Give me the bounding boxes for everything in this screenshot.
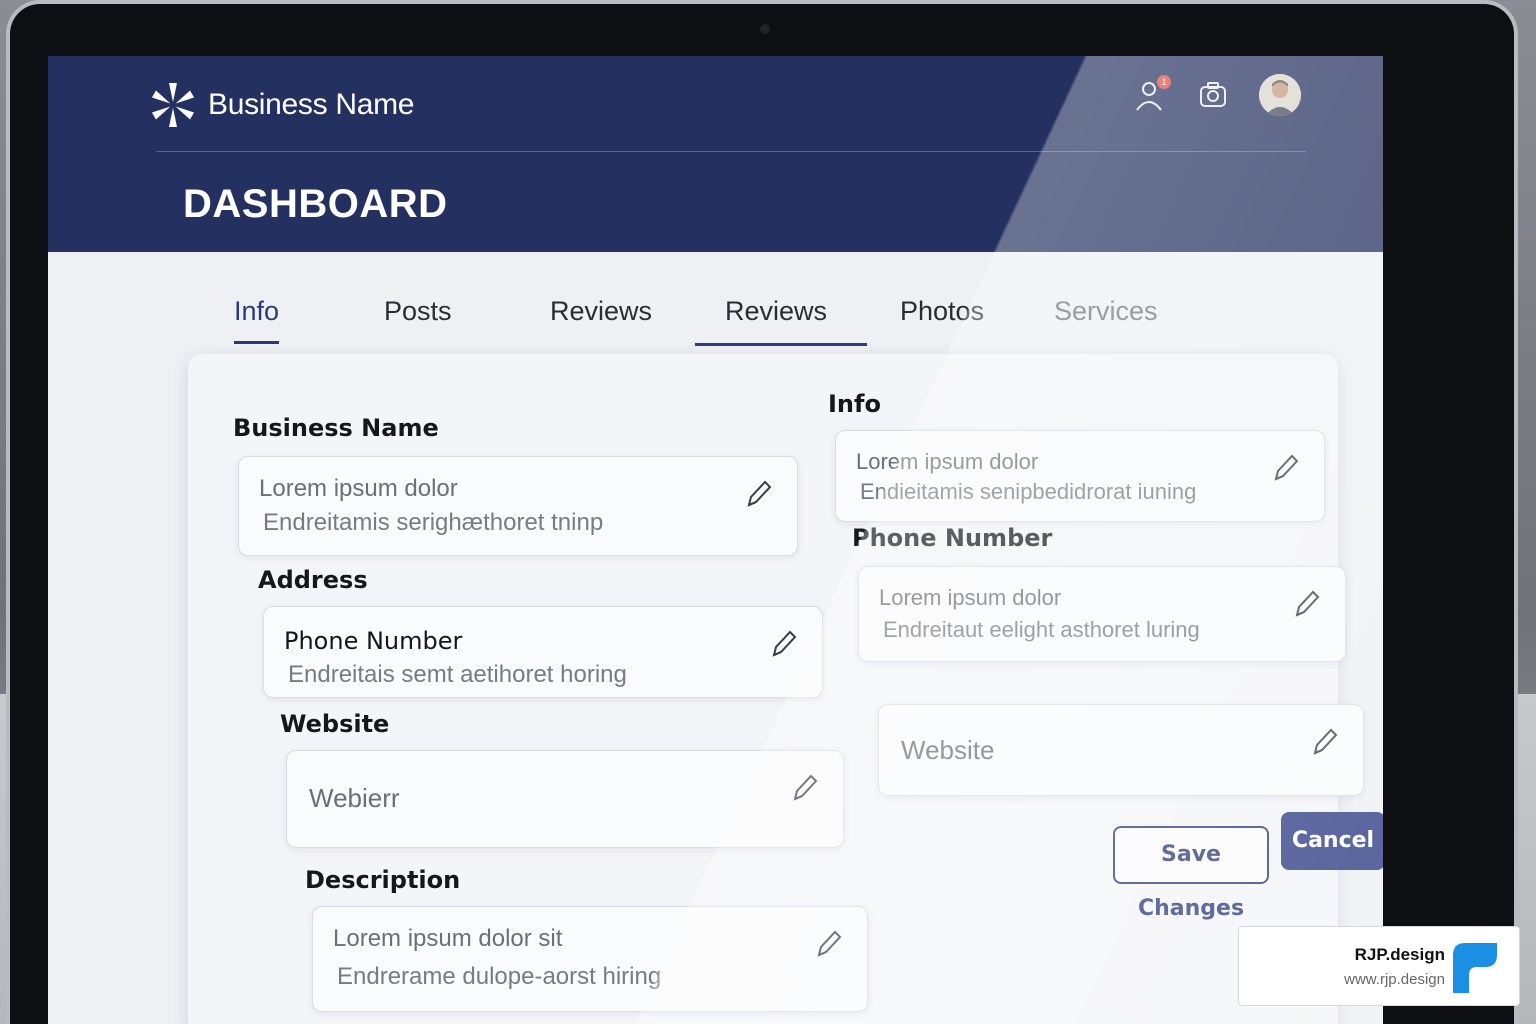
watermark-name: RJP.design: [1354, 945, 1445, 964]
header-divider: [156, 151, 1306, 152]
website-field-right[interactable]: Website: [878, 704, 1364, 796]
edit-pencil-icon[interactable]: [1291, 587, 1321, 621]
app-header: Business Name 1 DASHBOARD: [48, 56, 1383, 252]
info-label: Info: [828, 390, 881, 418]
address-line2: Endreitais semt aetihoret horing: [288, 661, 627, 688]
business-name-line2: Endreitamis serighæthoret tninp: [263, 509, 604, 536]
info-line2: Endieitamis senipbedidrorat iuning: [860, 479, 1197, 504]
website-value: Webierr: [309, 783, 400, 813]
notification-badge: 1: [1157, 75, 1171, 89]
phone-number-label: Phone Number: [852, 524, 1053, 552]
rjp-logo-icon: [1453, 943, 1497, 993]
description-field[interactable]: Lorem ipsum dolor sit Endrerame dulope-a…: [312, 906, 868, 1012]
watermark: RJP.design www.rjp.design: [1238, 926, 1520, 1006]
tab-reviews-selected[interactable]: Reviews: [694, 286, 868, 346]
address-inner-label: Phone Number: [284, 627, 463, 655]
camera-icon: [1200, 82, 1226, 107]
watermark-url: www.rjp.design: [1344, 971, 1445, 988]
tab-reviews[interactable]: Reviews: [550, 286, 652, 346]
business-name-label: Business Name: [233, 414, 439, 442]
avatar-icon: [1259, 74, 1301, 116]
logo-icon: [151, 83, 195, 127]
edit-pencil-icon[interactable]: [1309, 725, 1339, 759]
camera-button[interactable]: [1195, 77, 1231, 113]
website-field[interactable]: Webierr: [286, 750, 844, 848]
save-changes-button[interactable]: Save Changes: [1113, 826, 1269, 921]
edit-pencil-icon[interactable]: [813, 927, 843, 961]
user-avatar[interactable]: [1259, 74, 1301, 116]
business-name-line1: Lorem ipsum dolor: [259, 475, 458, 502]
website-label: Website: [280, 710, 390, 738]
edit-pencil-icon[interactable]: [743, 477, 773, 511]
business-info-card: Business Name Lorem ipsum dolor Endreita…: [188, 354, 1383, 1024]
edit-pencil-icon[interactable]: [768, 627, 798, 661]
website-right-value: Website: [901, 735, 995, 765]
phone-number-line1: Lorem ipsum dolor: [879, 585, 1062, 610]
phone-number-field[interactable]: Lorem ipsum dolor Endreitaut eelight ast…: [858, 566, 1346, 662]
description-line1: Lorem ipsum dolor sit: [333, 925, 563, 952]
tab-posts[interactable]: Posts: [384, 286, 452, 346]
address-label: Address: [258, 566, 368, 594]
page-title: DASHBOARD: [183, 182, 448, 226]
notification-button[interactable]: 1: [1131, 75, 1171, 113]
edit-pencil-icon[interactable]: [1270, 451, 1300, 485]
laptop-screen: Business Name 1 DASHBOARD Info Posts Rev…: [48, 56, 1383, 1024]
description-line2: Endrerame dulope-aorst hiring: [337, 963, 662, 990]
description-label: Description: [305, 866, 461, 894]
info-line1: Lorem ipsum dolor: [856, 449, 1039, 474]
brand-name: Business Name: [208, 88, 415, 121]
phone-number-line2: Endreitaut eelight asthoret luring: [883, 617, 1200, 642]
info-field[interactable]: Lorem ipsum dolor Endieitamis senipbedid…: [835, 430, 1325, 522]
tab-photos[interactable]: Photos: [900, 286, 984, 346]
brand[interactable]: Business Name: [148, 80, 415, 130]
edit-pencil-icon[interactable]: [789, 771, 819, 805]
webcam: [760, 24, 770, 34]
business-name-field[interactable]: Lorem ipsum dolor Endreitamis serighætho…: [238, 456, 798, 556]
cancel-button[interactable]: Cancel: [1281, 812, 1383, 870]
header-actions: 1: [1131, 74, 1301, 116]
tab-info[interactable]: Info: [234, 286, 280, 346]
tab-services[interactable]: Services: [1054, 286, 1158, 346]
address-field[interactable]: Phone Number Endreitais semt aetihoret h…: [263, 606, 823, 698]
tab-bar: Info Posts Reviews Reviews Photos Servic…: [198, 286, 1198, 346]
